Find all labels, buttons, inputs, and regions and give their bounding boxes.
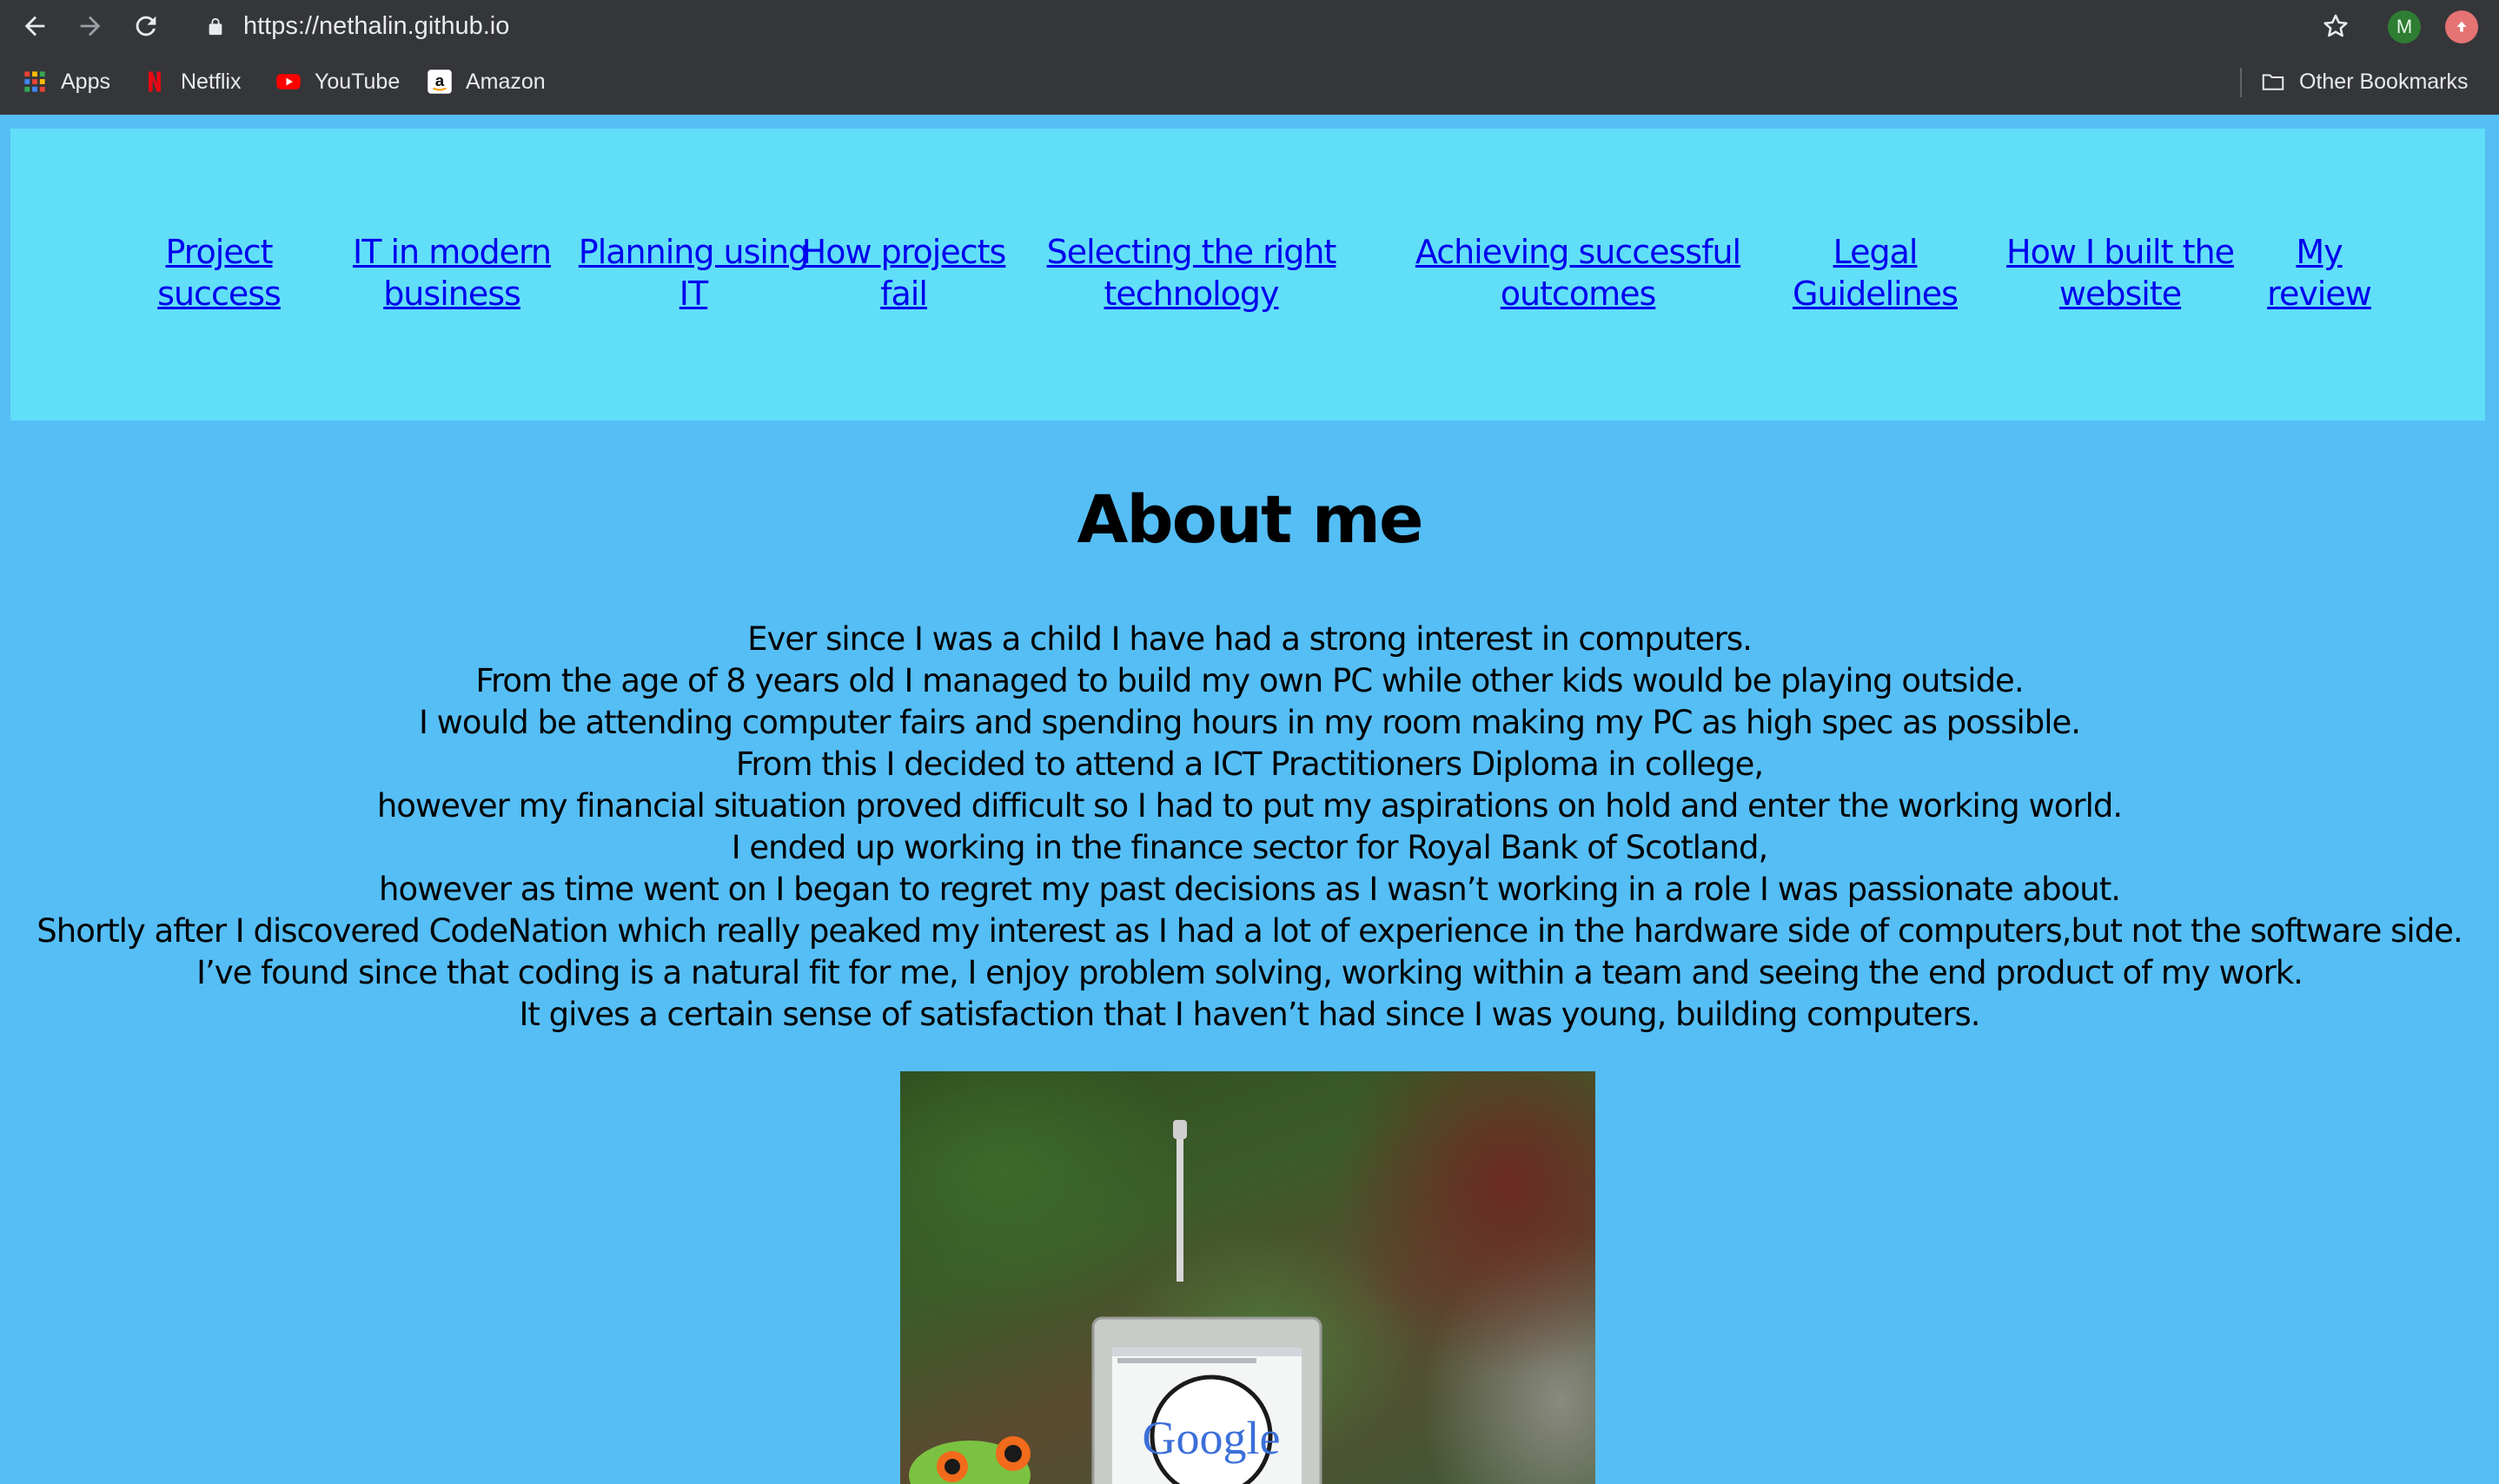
forward-button[interactable] (73, 9, 108, 43)
svg-text:a: a (435, 71, 445, 89)
netflix-icon (141, 68, 169, 96)
bio-line: I’ve found since that coding is a natura… (196, 954, 2303, 991)
bookmark-amazon[interactable]: a Amazon (426, 64, 546, 99)
photo-logo-text: Google (1143, 1412, 1281, 1464)
bio-line: I would be attending computer fairs and … (418, 704, 2081, 741)
bookmark-netflix[interactable]: Netflix (141, 64, 241, 99)
bio-line: Shortly after I discovered CodeNation wh… (36, 912, 2463, 950)
bookmarks-bar: Apps Netflix YouTube a Amazon Other Book… (0, 61, 2499, 103)
extension-icon[interactable] (2445, 10, 2478, 43)
other-bookmarks-label: Other Bookmarks (2299, 69, 2469, 94)
nav-link-planning-using-it[interactable]: Planning using IT (575, 231, 812, 315)
bio-line: I ended up working in the finance sector… (731, 829, 1769, 866)
browser-chrome: https://nethalin.github.io M Apps Netfli… (0, 0, 2499, 115)
bookmark-label: YouTube (315, 69, 401, 94)
nav-link-selecting-the-right-technology[interactable]: Selecting the right technology (1044, 231, 1338, 315)
reload-icon (136, 16, 156, 36)
url-text[interactable]: https://nethalin.github.io (243, 10, 509, 43)
nav-link-it-in-modern-business[interactable]: IT in modern business (341, 231, 563, 315)
bookmark-youtube[interactable]: YouTube (275, 64, 400, 99)
nav-link-project-success[interactable]: Project success (153, 231, 285, 315)
bio-line: From this I decided to attend a ICT Prac… (735, 745, 1764, 783)
youtube-icon (275, 68, 302, 96)
folder-icon (2259, 68, 2287, 96)
bookmark-label: Amazon (466, 69, 546, 94)
bookmarks-divider (2240, 68, 2242, 97)
site-navbar: Project success IT in modern business Pl… (10, 129, 2485, 421)
nav-link-my-review[interactable]: My review (2264, 231, 2374, 315)
nav-link-how-projects-fail[interactable]: How projects fail (796, 231, 1011, 315)
page-title: About me (1077, 480, 1423, 558)
forward-arrow-icon (80, 16, 101, 36)
other-bookmarks[interactable]: Other Bookmarks (2259, 64, 2469, 99)
about-paragraph: Ever since I was a child I have had a st… (0, 619, 2499, 1036)
nav-link-how-i-built-the-website[interactable]: How I built the website (2000, 231, 2240, 315)
bio-line: however my financial situation proved di… (376, 787, 2123, 825)
bookmark-apps[interactable]: Apps (21, 64, 110, 99)
bio-line: From the age of 8 years old I managed to… (475, 662, 2024, 699)
photo-illustration: Google (909, 1120, 1322, 1484)
bio-line: Ever since I was a child I have had a st… (747, 620, 1753, 658)
back-arrow-icon (24, 16, 45, 36)
address-bar-row: https://nethalin.github.io M (0, 0, 2499, 52)
apps-grid-icon (21, 68, 49, 96)
lock-icon[interactable] (203, 15, 228, 39)
bookmark-label: Apps (61, 69, 110, 94)
bookmark-star-icon[interactable] (2318, 9, 2353, 43)
amazon-icon: a (426, 68, 454, 96)
bookmark-label: Netflix (181, 69, 242, 94)
nav-link-legal-guidelines[interactable]: Legal Guidelines (1780, 231, 1971, 315)
back-button[interactable] (17, 9, 52, 43)
bio-line: It gives a certain sense of satisfaction… (519, 996, 1980, 1033)
photo-frog-with-mini-computer: Google (900, 1071, 1595, 1484)
reload-button[interactable] (129, 9, 163, 43)
nav-link-achieving-successful-outcomes[interactable]: Achieving successful outcomes (1415, 231, 1741, 315)
profile-avatar[interactable]: M (2388, 10, 2421, 43)
bio-line: however as time went on I began to regre… (379, 871, 2121, 908)
